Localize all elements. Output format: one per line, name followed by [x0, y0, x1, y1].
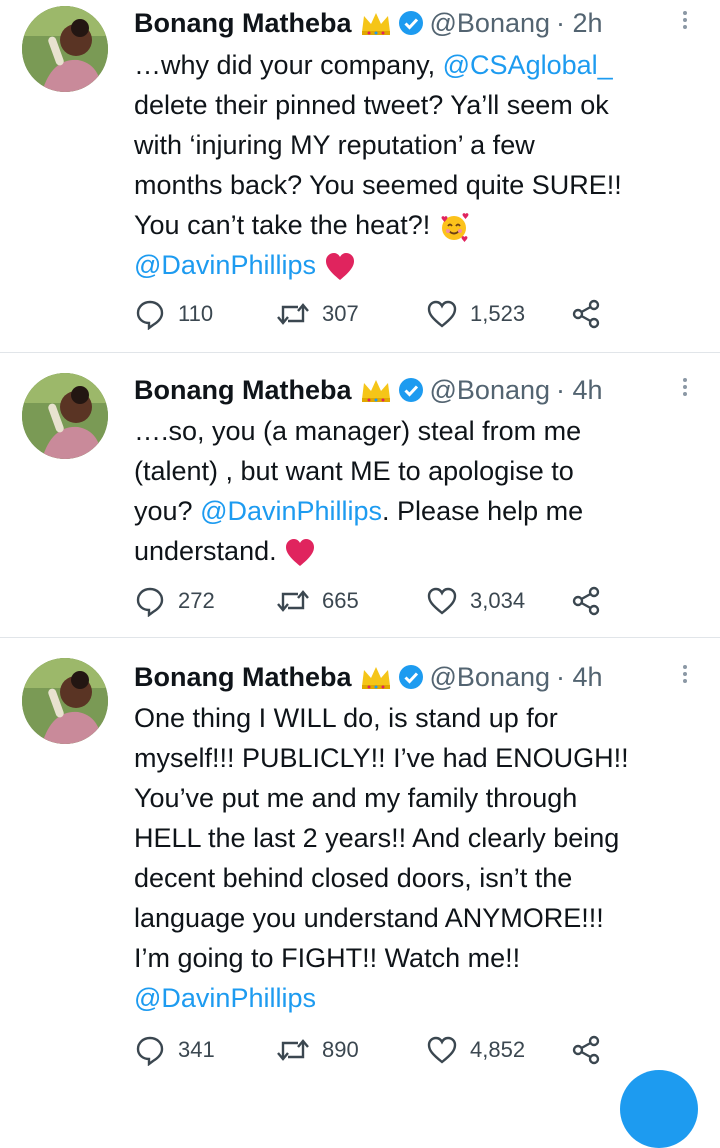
mention-link[interactable]: @CSAglobal_ [443, 50, 613, 80]
retweet-button[interactable]: 665 [276, 585, 359, 617]
tweet-text: One thing I WILL do, is stand up for myse… [134, 698, 704, 1018]
tweet-text-line: I’m going to FIGHT!! Watch me!! [134, 943, 521, 973]
reply-button[interactable]: 272 [134, 585, 215, 617]
reply-count: 341 [178, 1037, 215, 1062]
tweet-text-line: delete their pinned tweet? Ya’ll seem ok [134, 90, 609, 120]
share-button[interactable] [570, 1034, 614, 1066]
mention-link[interactable]: @DavinPhillips [134, 983, 316, 1013]
display-name[interactable]: Bonang Matheba [134, 8, 352, 39]
crown-emoji-icon [361, 380, 390, 402]
timestamp[interactable]: · 2h [556, 8, 603, 39]
handle[interactable]: @Bonang [430, 662, 551, 693]
tweet-text-line: @DavinPhillips [134, 245, 704, 285]
share-icon [572, 299, 600, 329]
tweet-text-line: myself!!! PUBLICLY!! I’ve had ENOUGH!! [134, 743, 629, 773]
more-options-icon[interactable] [680, 662, 690, 686]
reply-icon [136, 1036, 164, 1066]
crown-emoji-icon [361, 13, 390, 35]
share-icon [572, 586, 600, 616]
reply-button[interactable]: 341 [134, 1034, 215, 1066]
tweet-text-line: understand. [134, 531, 704, 571]
share-button[interactable] [570, 585, 614, 617]
tweet-text-line: @DavinPhillips [134, 978, 704, 1018]
handle[interactable]: @Bonang [430, 8, 551, 39]
retweet-button[interactable]: 890 [276, 1034, 359, 1066]
retweet-icon [277, 590, 309, 612]
tweet[interactable]: Bonang Matheba @Bonang · 4h ….so, you (a… [0, 353, 720, 637]
mention-link[interactable]: @DavinPhillips [200, 496, 382, 526]
like-button[interactable]: 1,523 [426, 298, 525, 330]
tweet-text-line: One thing I WILL do, is stand up for [134, 703, 558, 733]
tweet-text-line: with ‘injuring MY reputation’ a few [134, 130, 535, 160]
crown-emoji-icon [361, 667, 390, 689]
tweet-text-line: decent behind closed doors, isn’t the [134, 863, 573, 893]
tweet-text-line: HELL the last 2 years!! And clearly bein… [134, 823, 620, 853]
tweet-text: …why did your company, @CSAglobal_delete… [134, 45, 704, 285]
heart-outline-icon [427, 300, 457, 328]
reply-button[interactable]: 110 [134, 298, 213, 330]
reply-icon [136, 300, 164, 330]
tweet-text-line: You’ve put me and my family through [134, 783, 578, 813]
handle[interactable]: @Bonang [430, 375, 551, 406]
reply-count: 272 [178, 588, 215, 613]
tweet-text-line: you? @DavinPhillips. Please help me [134, 496, 584, 526]
avatar[interactable] [22, 373, 108, 459]
avatar[interactable] [22, 6, 108, 92]
retweet-count: 890 [322, 1037, 359, 1062]
heart-outline-icon [427, 1036, 457, 1064]
verified-badge-icon [398, 665, 423, 689]
like-button[interactable]: 3,034 [426, 585, 525, 617]
tweet-text: ….so, you (a manager) steal from me (tale… [134, 411, 704, 571]
smiling-face-with-hearts-emoji-icon [441, 213, 469, 242]
mention-link[interactable]: @DavinPhillips [134, 250, 316, 280]
timestamp[interactable]: · 4h [556, 662, 603, 693]
verified-badge-icon [398, 11, 423, 35]
display-name[interactable]: Bonang Matheba [134, 662, 352, 693]
tweet-text-line: language you understand ANYMORE!!! [134, 903, 604, 933]
reply-icon [136, 587, 164, 617]
retweet-count: 665 [322, 588, 359, 613]
like-count: 4,852 [470, 1037, 526, 1062]
heart-outline-icon [427, 587, 457, 615]
compose-tweet-button[interactable] [620, 1070, 698, 1148]
like-count: 1,523 [470, 301, 526, 326]
share-icon [572, 1035, 600, 1065]
red-heart-emoji-icon [286, 538, 315, 566]
retweet-button[interactable]: 307 [276, 298, 359, 330]
red-heart-emoji-icon [325, 252, 354, 280]
tweet-text-line: You can’t take the heat?! [134, 205, 704, 245]
tweet-text-line: …why did your company, @CSAglobal_ [134, 50, 613, 80]
reply-count: 110 [178, 301, 214, 326]
verified-badge-icon [398, 378, 423, 402]
retweet-icon [277, 303, 309, 325]
avatar[interactable] [22, 658, 108, 744]
more-options-icon[interactable] [680, 375, 690, 399]
tweet-text-line: (talent) , but want ME to apologise to [134, 456, 574, 486]
tweet[interactable]: Bonang Matheba @Bonang · 4h One thing I … [0, 638, 720, 1078]
like-button[interactable]: 4,852 [426, 1034, 525, 1066]
more-options-icon[interactable] [680, 8, 690, 32]
tweet-text-line: ….so, you (a manager) steal from me [134, 416, 582, 446]
share-button[interactable] [570, 298, 614, 330]
retweet-count: 307 [322, 301, 359, 326]
retweet-icon [277, 1039, 309, 1061]
tweet[interactable]: Bonang Matheba @Bonang · 2h …why did you… [0, 0, 720, 352]
timestamp[interactable]: · 4h [556, 375, 603, 406]
display-name[interactable]: Bonang Matheba [134, 375, 352, 406]
like-count: 3,034 [470, 588, 526, 613]
tweet-text-line: months back? You seemed quite SURE!! [134, 170, 622, 200]
